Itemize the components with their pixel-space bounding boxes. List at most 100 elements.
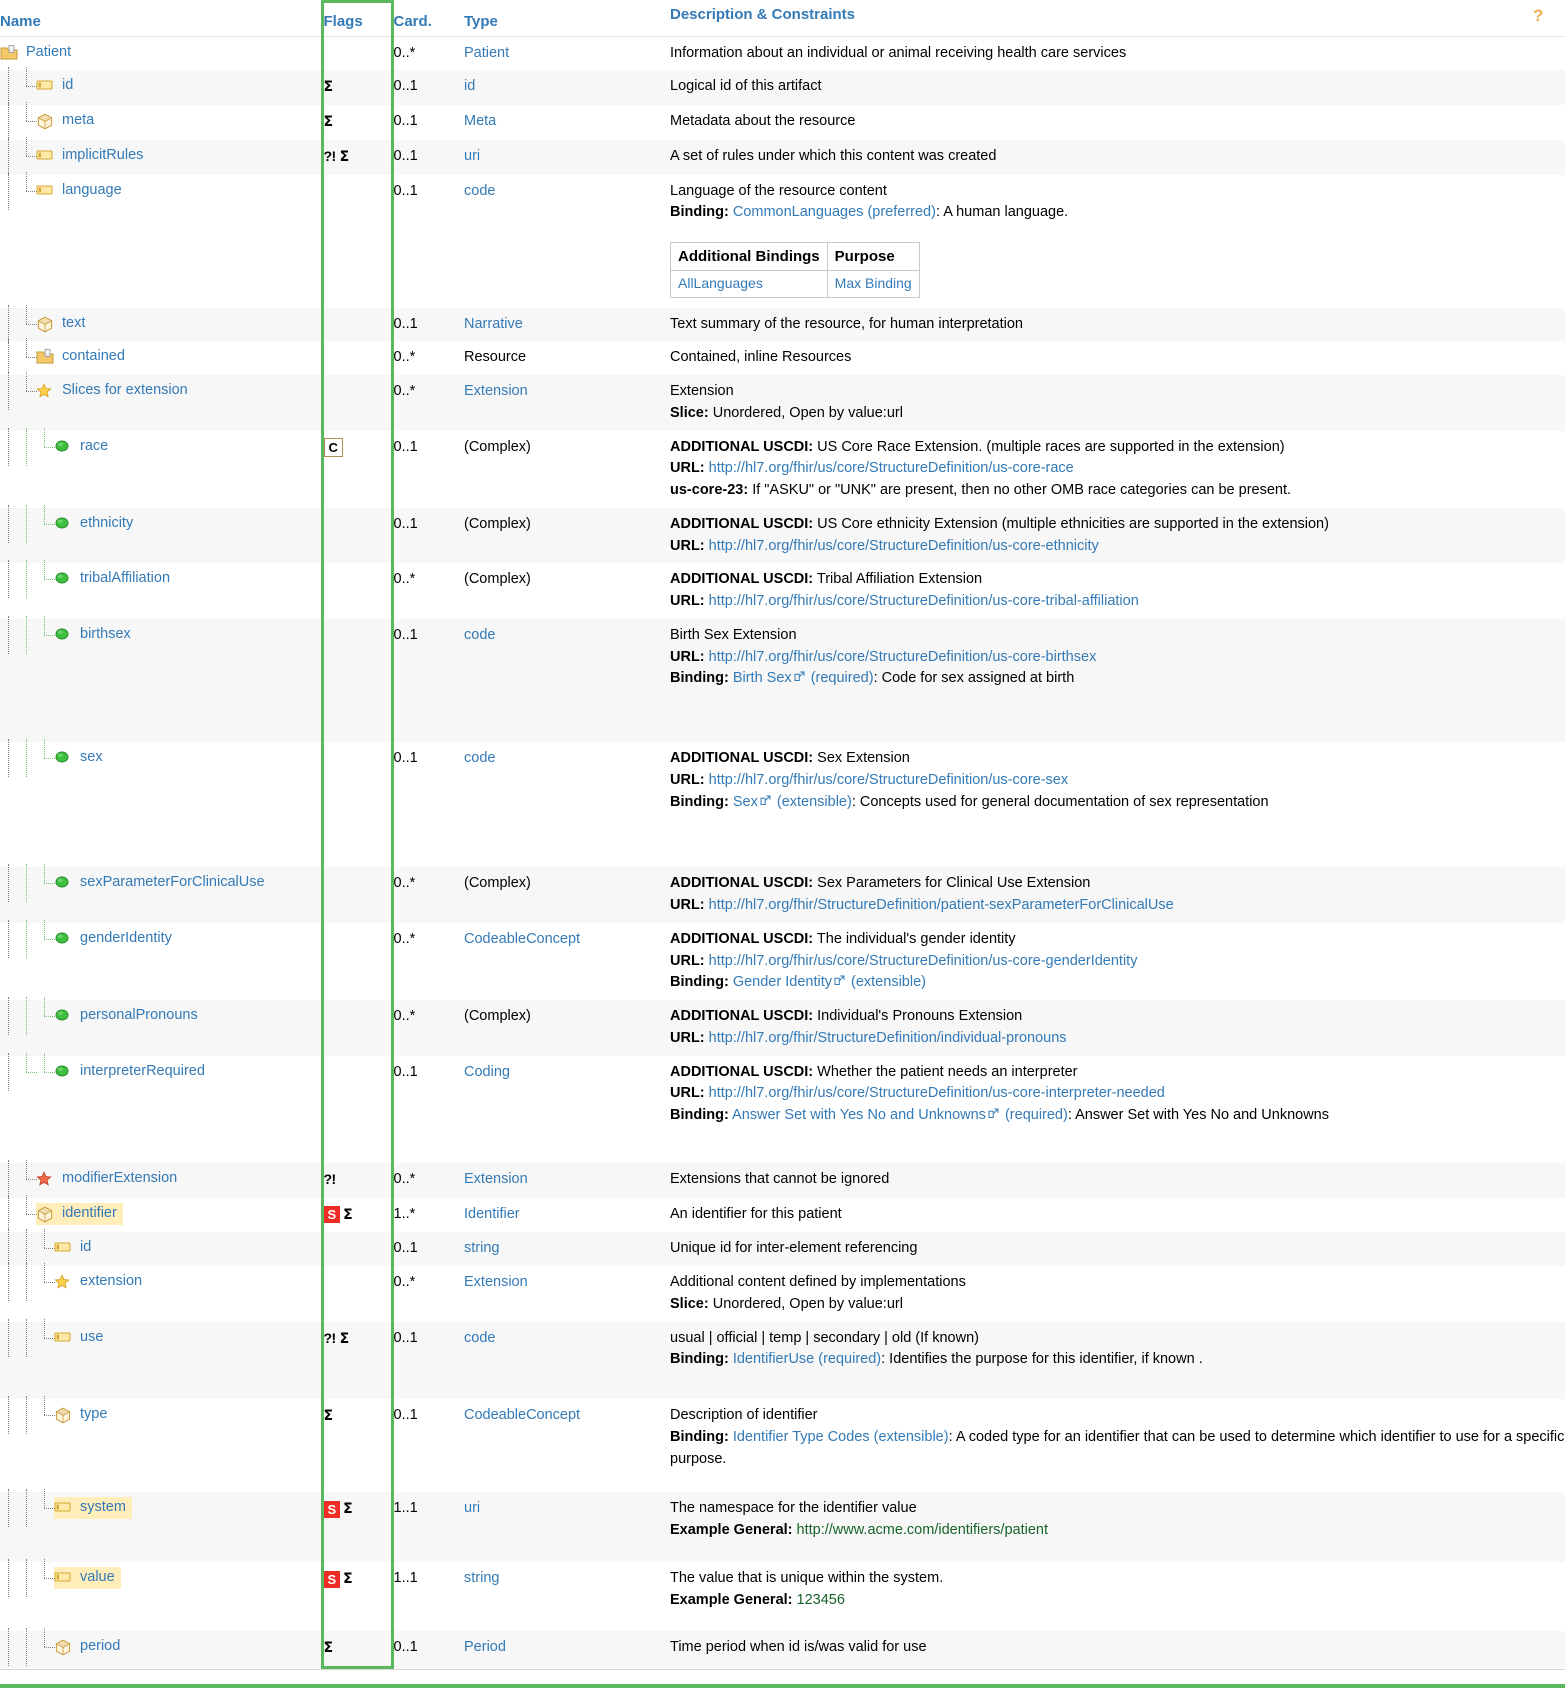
help-question-icon[interactable]: ?	[1531, 6, 1547, 30]
binding-strength-link[interactable]: (extensible)	[874, 1429, 949, 1445]
type-link[interactable]: code	[464, 183, 495, 199]
type-link[interactable]: string	[464, 1240, 499, 1256]
element-name-link[interactable]: type	[80, 1404, 107, 1426]
tree-line	[36, 1052, 55, 1082]
type-link[interactable]: CodeableConcept	[464, 931, 580, 947]
extension-url-link[interactable]: http://hl7.org/fhir/StructureDefinition/…	[709, 1030, 1067, 1046]
type-link[interactable]: code	[464, 627, 495, 643]
type-link[interactable]: Meta	[464, 113, 496, 129]
element-name-link[interactable]: value	[80, 1567, 115, 1589]
element-name-link[interactable]: race	[80, 436, 108, 458]
modifier-flag[interactable]: ?!	[324, 1330, 337, 1346]
summary-flag[interactable]: Σ	[324, 114, 334, 130]
binding-strength-link[interactable]: (required)	[818, 1351, 881, 1367]
element-name-link[interactable]: text	[62, 313, 85, 335]
element-name-link[interactable]: system	[80, 1497, 126, 1519]
extension-url-link[interactable]: http://hl7.org/fhir/us/core/StructureDef…	[709, 460, 1074, 476]
element-name-link[interactable]: period	[80, 1636, 120, 1658]
extension-url-link[interactable]: http://hl7.org/fhir/us/core/StructureDef…	[709, 772, 1068, 788]
type-link[interactable]: Narrative	[464, 316, 523, 332]
binding-valueset-link[interactable]: CommonLanguages	[733, 204, 864, 220]
all-languages-link[interactable]: AllLanguages	[678, 275, 763, 291]
binding-valueset-link[interactable]: Birth Sex	[733, 670, 792, 686]
element-name-link[interactable]: sexParameterForClinicalUse	[80, 872, 265, 894]
element-name-link[interactable]: personalPronouns	[80, 1005, 198, 1027]
summary-flag[interactable]: Σ	[340, 1331, 350, 1347]
type-link[interactable]: uri	[464, 1500, 480, 1516]
binding-strength-link[interactable]: (preferred)	[867, 204, 936, 220]
type-link[interactable]: id	[464, 78, 475, 94]
additional-bindings-header-row: Additional Bindings Purpose	[670, 242, 920, 271]
must-support-flag-badge[interactable]: S	[323, 1206, 341, 1224]
type-link[interactable]: Coding	[464, 1064, 510, 1080]
binding-strength-link[interactable]: (extensible)	[851, 974, 926, 990]
extension-url-link[interactable]: http://hl7.org/fhir/us/core/StructureDef…	[709, 1085, 1165, 1101]
element-name-link[interactable]: contained	[62, 346, 125, 368]
binding-valueset-link[interactable]: IdentifierUse	[733, 1351, 814, 1367]
binding-valueset-link[interactable]: Sex	[733, 794, 758, 810]
summary-flag[interactable]: Σ	[343, 1501, 353, 1517]
slice-label: Slice:	[670, 404, 709, 421]
summary-flag[interactable]: Σ	[324, 1408, 334, 1424]
element-name-link[interactable]: id	[80, 1237, 91, 1259]
summary-flag[interactable]: Σ	[324, 1640, 334, 1656]
element-name-link[interactable]: Patient	[26, 42, 71, 64]
must-support-flag-badge[interactable]: S	[323, 1501, 341, 1519]
binding-strength-link[interactable]: (required)	[811, 670, 874, 686]
extension-url-link[interactable]: http://hl7.org/fhir/us/core/StructureDef…	[709, 953, 1138, 969]
element-name-link[interactable]: Slices for extension	[62, 380, 188, 402]
element-name-link[interactable]: birthsex	[80, 624, 131, 646]
type-link[interactable]: string	[464, 1570, 499, 1586]
column-header-card[interactable]: Card.	[392, 1, 464, 37]
element-name-link[interactable]: ethnicity	[80, 513, 133, 535]
type-link[interactable]: Extension	[464, 1274, 528, 1290]
summary-flag[interactable]: Σ	[343, 1571, 353, 1587]
column-header-flags[interactable]: Flags	[320, 0, 394, 37]
element-name-link[interactable]: interpreterRequired	[80, 1061, 205, 1083]
binding-valueset-link[interactable]: Identifier Type Codes	[733, 1429, 870, 1445]
summary-flag[interactable]: Σ	[340, 149, 350, 165]
element-name-link[interactable]: extension	[80, 1271, 142, 1293]
element-name-link[interactable]: tribalAffiliation	[80, 568, 170, 590]
type-link[interactable]: Period	[464, 1639, 506, 1655]
extension-url-link[interactable]: http://hl7.org/fhir/us/core/StructureDef…	[709, 593, 1139, 609]
tree-line	[18, 919, 36, 958]
column-header-name[interactable]: Name	[0, 1, 322, 37]
extension-url-link[interactable]: http://hl7.org/fhir/us/core/StructureDef…	[709, 538, 1099, 554]
binding-valueset-link[interactable]: Gender Identity	[733, 974, 832, 990]
must-support-highlight: identifier	[36, 1202, 123, 1225]
column-header-description[interactable]: Description & Constraints ?	[670, 1, 1565, 37]
element-name-link[interactable]: identifier	[62, 1203, 117, 1225]
type-link[interactable]: Identifier	[464, 1206, 520, 1222]
constraint-flag-badge[interactable]: C	[323, 438, 343, 458]
type-link[interactable]: Extension	[464, 383, 528, 399]
modifier-flag[interactable]: ?!	[324, 148, 337, 164]
summary-flag[interactable]: Σ	[324, 79, 334, 95]
element-name-link[interactable]: sex	[80, 747, 103, 769]
binding-valueset-link[interactable]: Answer Set with Yes No and Unknowns	[732, 1107, 986, 1123]
type-link[interactable]: uri	[464, 148, 480, 164]
element-name-link[interactable]: use	[80, 1327, 103, 1349]
row-description-cell: ADDITIONAL USCDI: The individual's gende…	[670, 922, 1565, 1001]
type-link[interactable]: code	[464, 750, 495, 766]
extension-url-link[interactable]: http://hl7.org/fhir/StructureDefinition/…	[709, 897, 1174, 913]
element-name-link[interactable]: id	[62, 75, 73, 97]
column-header-type[interactable]: Type	[464, 1, 670, 37]
table-header-row: Name Flags Card. Type Description & Cons…	[0, 0, 1565, 37]
element-name-link[interactable]: meta	[62, 110, 94, 132]
summary-flag[interactable]: Σ	[343, 1207, 353, 1223]
type-link[interactable]: CodeableConcept	[464, 1407, 580, 1423]
must-support-flag-badge[interactable]: S	[323, 1570, 341, 1588]
binding-strength-link[interactable]: (extensible)	[777, 794, 852, 810]
type-link[interactable]: Patient	[464, 45, 509, 61]
extension-url-link[interactable]: http://hl7.org/fhir/us/core/StructureDef…	[709, 649, 1097, 665]
modifier-flag[interactable]: ?!	[324, 1171, 337, 1187]
element-name-link[interactable]: language	[62, 180, 122, 202]
binding-strength-link[interactable]: (required)	[1005, 1107, 1068, 1123]
type-link[interactable]: code	[464, 1330, 495, 1346]
element-name-link[interactable]: modifierExtension	[62, 1168, 177, 1190]
max-binding-link[interactable]: Max Binding	[835, 275, 912, 291]
element-name-link[interactable]: genderIdentity	[80, 928, 172, 950]
element-name-link[interactable]: implicitRules	[62, 145, 143, 167]
type-link[interactable]: Extension	[464, 1171, 528, 1187]
